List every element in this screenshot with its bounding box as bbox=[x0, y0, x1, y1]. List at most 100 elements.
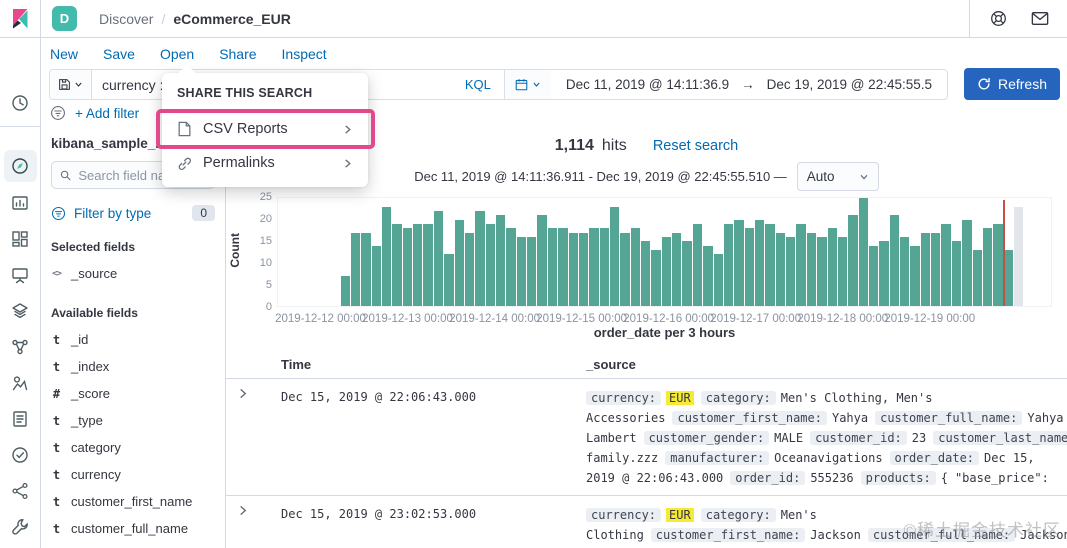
date-from[interactable]: Dec 11, 2019 @ 14:11:36.9 bbox=[566, 77, 729, 92]
histogram-bar[interactable] bbox=[516, 236, 527, 306]
document-row[interactable]: Dec 15, 2019 @ 22:06:43.000 currency: EUR c… bbox=[226, 379, 1067, 496]
histogram-bar[interactable] bbox=[506, 228, 516, 306]
siem-logs-icon[interactable] bbox=[10, 409, 30, 429]
histogram-bar[interactable] bbox=[630, 228, 641, 306]
permalinks-menu-item[interactable]: Permalinks bbox=[162, 146, 368, 180]
histogram-bar[interactable] bbox=[703, 245, 713, 306]
kibana-logo[interactable] bbox=[0, 0, 41, 37]
interval-select[interactable]: Auto bbox=[796, 162, 879, 191]
histogram-bar[interactable] bbox=[361, 232, 371, 306]
uptime-icon[interactable] bbox=[10, 445, 30, 465]
histogram-bar[interactable] bbox=[454, 219, 464, 306]
histogram-bar[interactable] bbox=[765, 223, 775, 306]
histogram-bar[interactable] bbox=[578, 232, 589, 306]
histogram-bar[interactable] bbox=[713, 254, 723, 306]
dev-tools-wrench-icon[interactable] bbox=[10, 517, 30, 537]
histogram-bar[interactable] bbox=[972, 249, 982, 306]
mail-icon[interactable] bbox=[1031, 11, 1049, 26]
histogram-bar[interactable] bbox=[599, 228, 609, 306]
histogram-bar[interactable] bbox=[651, 249, 661, 306]
filter-by-type-row[interactable]: Filter by type 0 bbox=[51, 205, 215, 221]
help-icon[interactable] bbox=[990, 10, 1007, 27]
histogram-bar[interactable] bbox=[371, 245, 382, 306]
histogram-bars[interactable] bbox=[340, 198, 1024, 306]
histogram-bar[interactable] bbox=[537, 215, 547, 306]
refresh-button[interactable]: Refresh bbox=[964, 68, 1060, 100]
filter-by-type-label[interactable]: Filter by type bbox=[74, 206, 151, 221]
field-item-_type[interactable]: t _type bbox=[51, 407, 215, 434]
date-picker-button[interactable] bbox=[504, 70, 551, 99]
histogram-bar[interactable] bbox=[723, 223, 734, 306]
histogram-bar[interactable] bbox=[786, 236, 796, 306]
graph-icon[interactable] bbox=[10, 373, 30, 393]
histogram-bar[interactable] bbox=[951, 241, 962, 306]
histogram-bar[interactable] bbox=[692, 223, 703, 306]
histogram-bar[interactable] bbox=[744, 228, 754, 306]
field-item-_index[interactable]: t _index bbox=[51, 353, 215, 380]
histogram-bar[interactable] bbox=[485, 223, 495, 306]
histogram-bar[interactable] bbox=[672, 232, 682, 306]
histogram-bar[interactable] bbox=[962, 219, 972, 306]
menu-share[interactable]: Share bbox=[219, 46, 256, 62]
dashboard-icon[interactable] bbox=[10, 229, 30, 249]
field-item-customer_first_name[interactable]: t customer_first_name bbox=[51, 488, 215, 515]
histogram-bar[interactable] bbox=[609, 206, 620, 306]
expand-row-chevron-icon[interactable] bbox=[226, 505, 281, 548]
machine-learning-icon[interactable] bbox=[10, 337, 30, 357]
histogram-bar[interactable] bbox=[837, 236, 848, 306]
histogram-bar[interactable] bbox=[444, 254, 454, 306]
canvas-icon[interactable] bbox=[10, 265, 30, 285]
histogram-bar[interactable] bbox=[682, 241, 692, 306]
histogram-bar[interactable] bbox=[931, 232, 941, 306]
histogram-bar[interactable] bbox=[661, 236, 672, 306]
field-item-_score[interactable]: # _score bbox=[51, 380, 215, 407]
date-to[interactable]: Dec 19, 2019 @ 22:45:55.5 bbox=[767, 77, 932, 92]
histogram-bar[interactable] bbox=[568, 232, 578, 306]
histogram-bar-partial[interactable] bbox=[1013, 206, 1024, 306]
histogram-bar[interactable] bbox=[350, 232, 361, 306]
histogram-bar[interactable] bbox=[340, 275, 350, 306]
expand-row-chevron-icon[interactable] bbox=[226, 388, 281, 488]
saved-query-button[interactable] bbox=[50, 70, 92, 99]
histogram-bar[interactable] bbox=[496, 215, 506, 306]
maps-icon[interactable] bbox=[10, 301, 30, 321]
histogram-bar[interactable] bbox=[993, 223, 1003, 306]
histogram-bar[interactable] bbox=[547, 228, 558, 306]
histogram-bar[interactable] bbox=[423, 223, 433, 306]
histogram-bar[interactable] bbox=[589, 228, 599, 306]
space-badge[interactable]: D bbox=[52, 6, 77, 31]
histogram-bar[interactable] bbox=[848, 215, 858, 306]
histogram-bar[interactable] bbox=[827, 228, 837, 306]
histogram-bar[interactable] bbox=[817, 236, 827, 306]
histogram-bar[interactable] bbox=[402, 228, 413, 306]
menu-open[interactable]: Open bbox=[160, 46, 194, 62]
time-column-header[interactable]: Time bbox=[281, 357, 586, 372]
histogram-bar[interactable] bbox=[796, 223, 806, 306]
histogram-bar[interactable] bbox=[910, 245, 920, 306]
histogram-bar[interactable] bbox=[475, 210, 485, 306]
field-item-category[interactable]: t category bbox=[51, 434, 215, 461]
histogram-bar[interactable] bbox=[382, 206, 392, 306]
histogram-bar[interactable] bbox=[858, 198, 868, 306]
menu-inspect[interactable]: Inspect bbox=[282, 46, 327, 62]
histogram-bar[interactable] bbox=[464, 232, 475, 306]
histogram-bar[interactable] bbox=[433, 210, 444, 306]
field-item-source[interactable]: <> _source bbox=[51, 260, 215, 287]
apm-icon[interactable] bbox=[10, 481, 30, 501]
menu-new[interactable]: New bbox=[50, 46, 78, 62]
document-row[interactable]: Dec 15, 2019 @ 23:02:53.000 currency: EUR c… bbox=[226, 496, 1067, 548]
histogram-plot[interactable]: 2019-12-12 00:00 2019-12-13 00:00 2019-12-… bbox=[275, 197, 1052, 325]
discover-compass-icon[interactable] bbox=[10, 156, 30, 176]
field-item-_id[interactable]: t _id bbox=[51, 326, 215, 353]
histogram-bar[interactable] bbox=[754, 219, 765, 306]
field-item-customer_full_name[interactable]: t customer_full_name bbox=[51, 515, 215, 542]
histogram-bar[interactable] bbox=[392, 223, 402, 306]
visualize-icon[interactable] bbox=[10, 193, 30, 213]
histogram-bar[interactable] bbox=[941, 223, 951, 306]
field-item-currency[interactable]: t currency bbox=[51, 461, 215, 488]
histogram-bar[interactable] bbox=[641, 241, 651, 306]
add-filter-button[interactable]: + Add filter bbox=[75, 106, 139, 121]
histogram-bar[interactable] bbox=[806, 232, 817, 306]
recently-viewed-clock-icon[interactable] bbox=[10, 93, 30, 113]
histogram-bar[interactable] bbox=[889, 215, 900, 306]
